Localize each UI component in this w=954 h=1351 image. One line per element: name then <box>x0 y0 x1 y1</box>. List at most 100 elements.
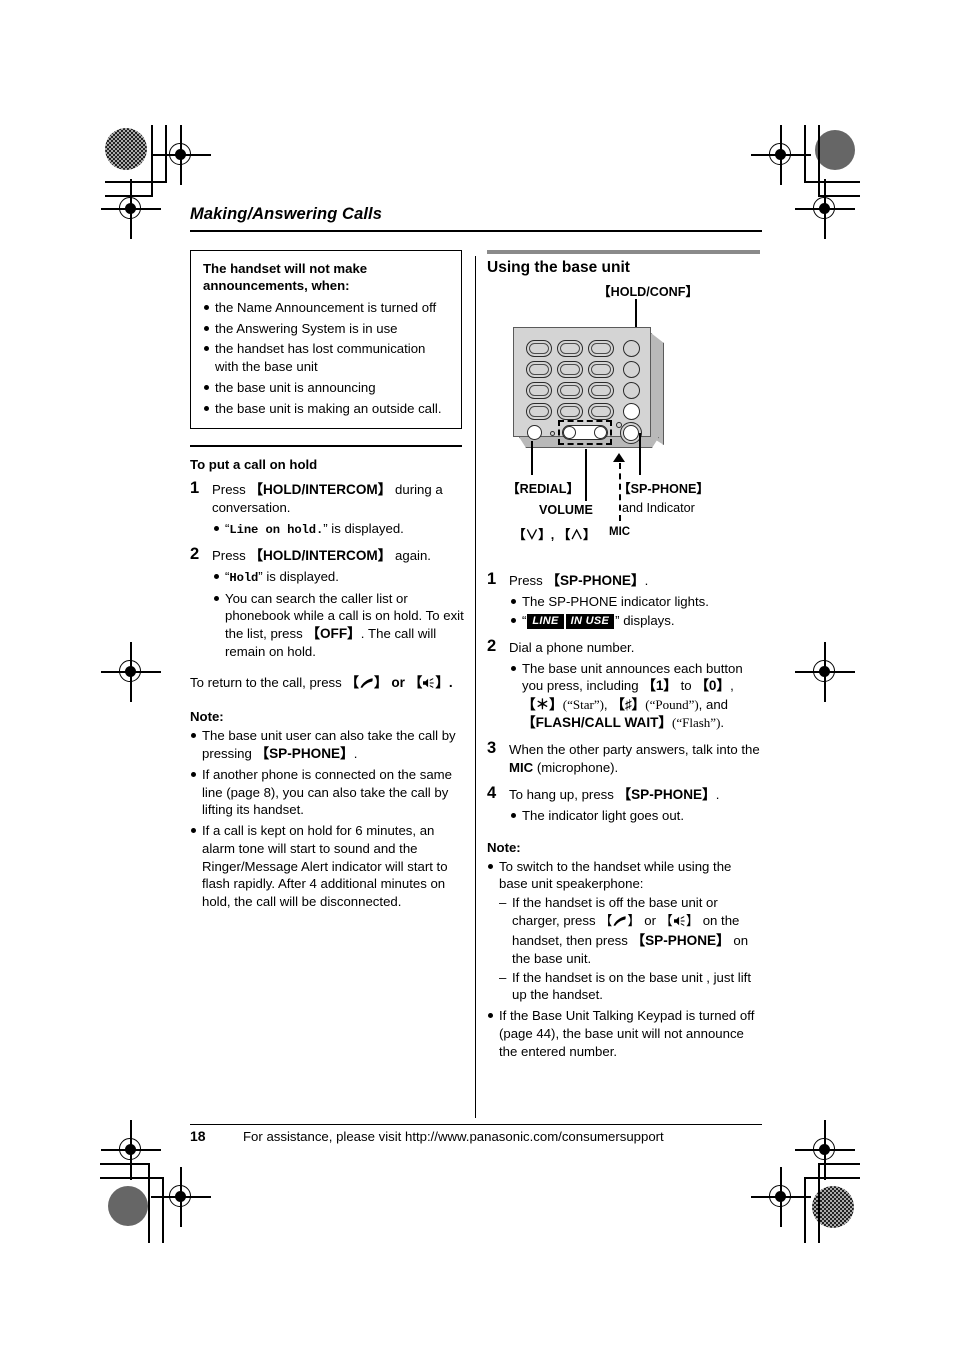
callout-box-no-announcements: The handset will not make announcements,… <box>190 250 462 430</box>
note-text: To switch to the handset while using the… <box>499 858 732 892</box>
list-item: If a call is kept on hold for 6 minutes,… <box>190 822 468 911</box>
section-title-using-base-unit: Using the base unit <box>487 259 630 276</box>
label-sp-phone-sub: and Indicator <box>622 501 695 515</box>
label-hold-conf: 【HOLD/CONF】 <box>598 285 699 299</box>
step-number: 1 <box>487 570 497 588</box>
chapter-rule <box>190 230 762 232</box>
right-column: Using the base unit 【HOLD/CONF】 【REDIAL】… <box>487 250 762 1060</box>
label-volume-keys: 【∨】, 【∧】 <box>513 528 596 542</box>
leader-sp-phone <box>639 433 642 475</box>
label-sp-phone: 【SP-PHONE】 <box>618 482 709 496</box>
bracket-open: 【 <box>345 675 359 691</box>
dial-key <box>588 382 614 399</box>
footer-rule <box>190 1124 762 1126</box>
note-heading: Note: <box>487 839 521 855</box>
bullet-part: , and <box>698 696 729 712</box>
key-pound: 【♯】 <box>611 696 646 712</box>
step-4: 4 To hang up, press 【SP-PHONE】. The indi… <box>487 783 762 825</box>
note-post: . <box>353 745 358 761</box>
registration-mark-top-left-inner <box>151 125 211 185</box>
step-text-post: (microphone). <box>533 759 619 775</box>
left-column: The handset will not make announcements,… <box>190 250 468 911</box>
dial-key <box>588 403 614 420</box>
step-2: 2 Press 【HOLD/INTERCOM】 again. “Hold” is… <box>190 545 468 661</box>
bracket-open-2: 【 <box>408 675 423 691</box>
step-1-bullets: “Line on hold.” is displayed. <box>212 520 468 538</box>
speakerphone-icon <box>673 914 686 932</box>
unit-right-edge <box>651 333 664 445</box>
key-star: 【＊】 <box>522 696 563 712</box>
dash-mid: 】 or 【 <box>627 912 673 928</box>
bullet-part: , <box>730 678 734 694</box>
leader-redial <box>531 441 534 475</box>
base-unit-figure: 【HOLD/CONF】 【REDIAL】 VOLUME 【∨】, 【∧】 MIC… <box>487 281 760 566</box>
step-number: 4 <box>487 783 497 802</box>
list-item: the handset has lost communication with … <box>203 340 449 376</box>
footer-assistance-text: For assistance, please visit http://www.… <box>243 1129 664 1144</box>
note-heading: Note: <box>190 708 224 724</box>
list-item: To switch to the handset while using the… <box>487 858 762 1005</box>
step-text: Press 【SP-PHONE】. <box>509 572 762 590</box>
quote-open: “ <box>522 613 527 629</box>
dial-key <box>588 340 614 357</box>
key-hold-intercom: 【HOLD/INTERCOM】 <box>249 481 392 497</box>
list-item: The base unit user can also take the cal… <box>190 727 468 763</box>
key-flash-call-wait: 【FLASH/CALL WAIT】 <box>522 714 673 730</box>
section-heading-hold: To put a call on hold <box>190 456 318 472</box>
display-text: Line on hold. <box>229 522 324 537</box>
section-rule <box>190 445 462 447</box>
key-pound-spoken: (“Pound”) <box>645 696 699 712</box>
manual-page: Making/Answering Calls The handset will … <box>0 0 954 1351</box>
list-item: “LINE IN USE” displays. <box>509 612 762 630</box>
return-pre: To return to the call, press <box>190 675 346 691</box>
list-item: the Answering System is in use <box>203 320 449 338</box>
step-text-post: again. <box>391 547 431 563</box>
hold-conf-key <box>623 403 640 420</box>
base-unit-illustration <box>513 327 665 450</box>
list-item: If the Base Unit Talking Keypad is turne… <box>487 1007 762 1060</box>
list-item: the base unit is making an outside call. <box>203 400 449 418</box>
function-key <box>623 340 640 357</box>
key-0: 【0】 <box>695 678 731 694</box>
redial-key <box>527 425 542 440</box>
step-2-bullets: “Hold” is displayed. You can search the … <box>212 568 468 661</box>
leader-volume <box>585 449 588 501</box>
step-text-pre: Press <box>212 547 250 563</box>
function-key <box>623 361 640 378</box>
key-sp-phone: 【SP-PHONE】 <box>255 745 354 761</box>
step-text-post: . <box>644 573 649 588</box>
list-item: “Hold” is displayed. <box>212 568 468 586</box>
key-sp-phone: 【SP-PHONE】 <box>617 786 716 802</box>
step-4-bullets: The indicator light goes out. <box>509 807 762 825</box>
page-title: Making/Answering Calls <box>190 205 382 223</box>
column-divider <box>475 256 477 1118</box>
step-2: 2 Dial a phone number. The base unit ann… <box>487 637 762 732</box>
handset-offhook-icon <box>612 914 627 932</box>
bracket-close: 】. <box>435 675 453 691</box>
dial-key <box>557 382 583 399</box>
callout-list: the Name Announcement is turned off the … <box>203 299 449 418</box>
note-sub-list: If the handset is off the base unit or c… <box>499 894 762 1004</box>
step-text: Dial a phone number. <box>509 639 635 655</box>
bullet-tail: is displayed. <box>327 520 404 536</box>
list-item: If the handset is on the base unit , jus… <box>499 969 762 1005</box>
step-3: 3 When the other party answers, talk int… <box>487 739 762 777</box>
list-item: the base unit is announcing <box>203 379 449 397</box>
mic-arrow-icon <box>613 453 625 462</box>
step-1-bullets: The SP-PHONE indicator lights. “LINE IN U… <box>509 593 762 630</box>
dial-key <box>526 361 552 378</box>
status-badge-line: LINE <box>527 614 564 630</box>
registration-mark-top-right-inner <box>751 125 811 185</box>
dial-key <box>557 361 583 378</box>
bullet-tail: displays. <box>619 613 675 629</box>
registration-mark-mid-right <box>795 642 855 702</box>
two-column-body: The handset will not make announcements,… <box>190 250 762 1125</box>
label-mic-bold: MIC <box>509 759 534 775</box>
bullet-part: to <box>676 678 696 694</box>
dial-key <box>557 340 583 357</box>
label-redial: 【REDIAL】 <box>507 482 580 496</box>
list-item: “Line on hold.” is displayed. <box>212 520 468 538</box>
list-item: If another phone is connected on the sam… <box>190 766 468 819</box>
list-item: the Name Announcement is turned off <box>203 299 449 317</box>
bullet-part: . <box>720 714 725 730</box>
